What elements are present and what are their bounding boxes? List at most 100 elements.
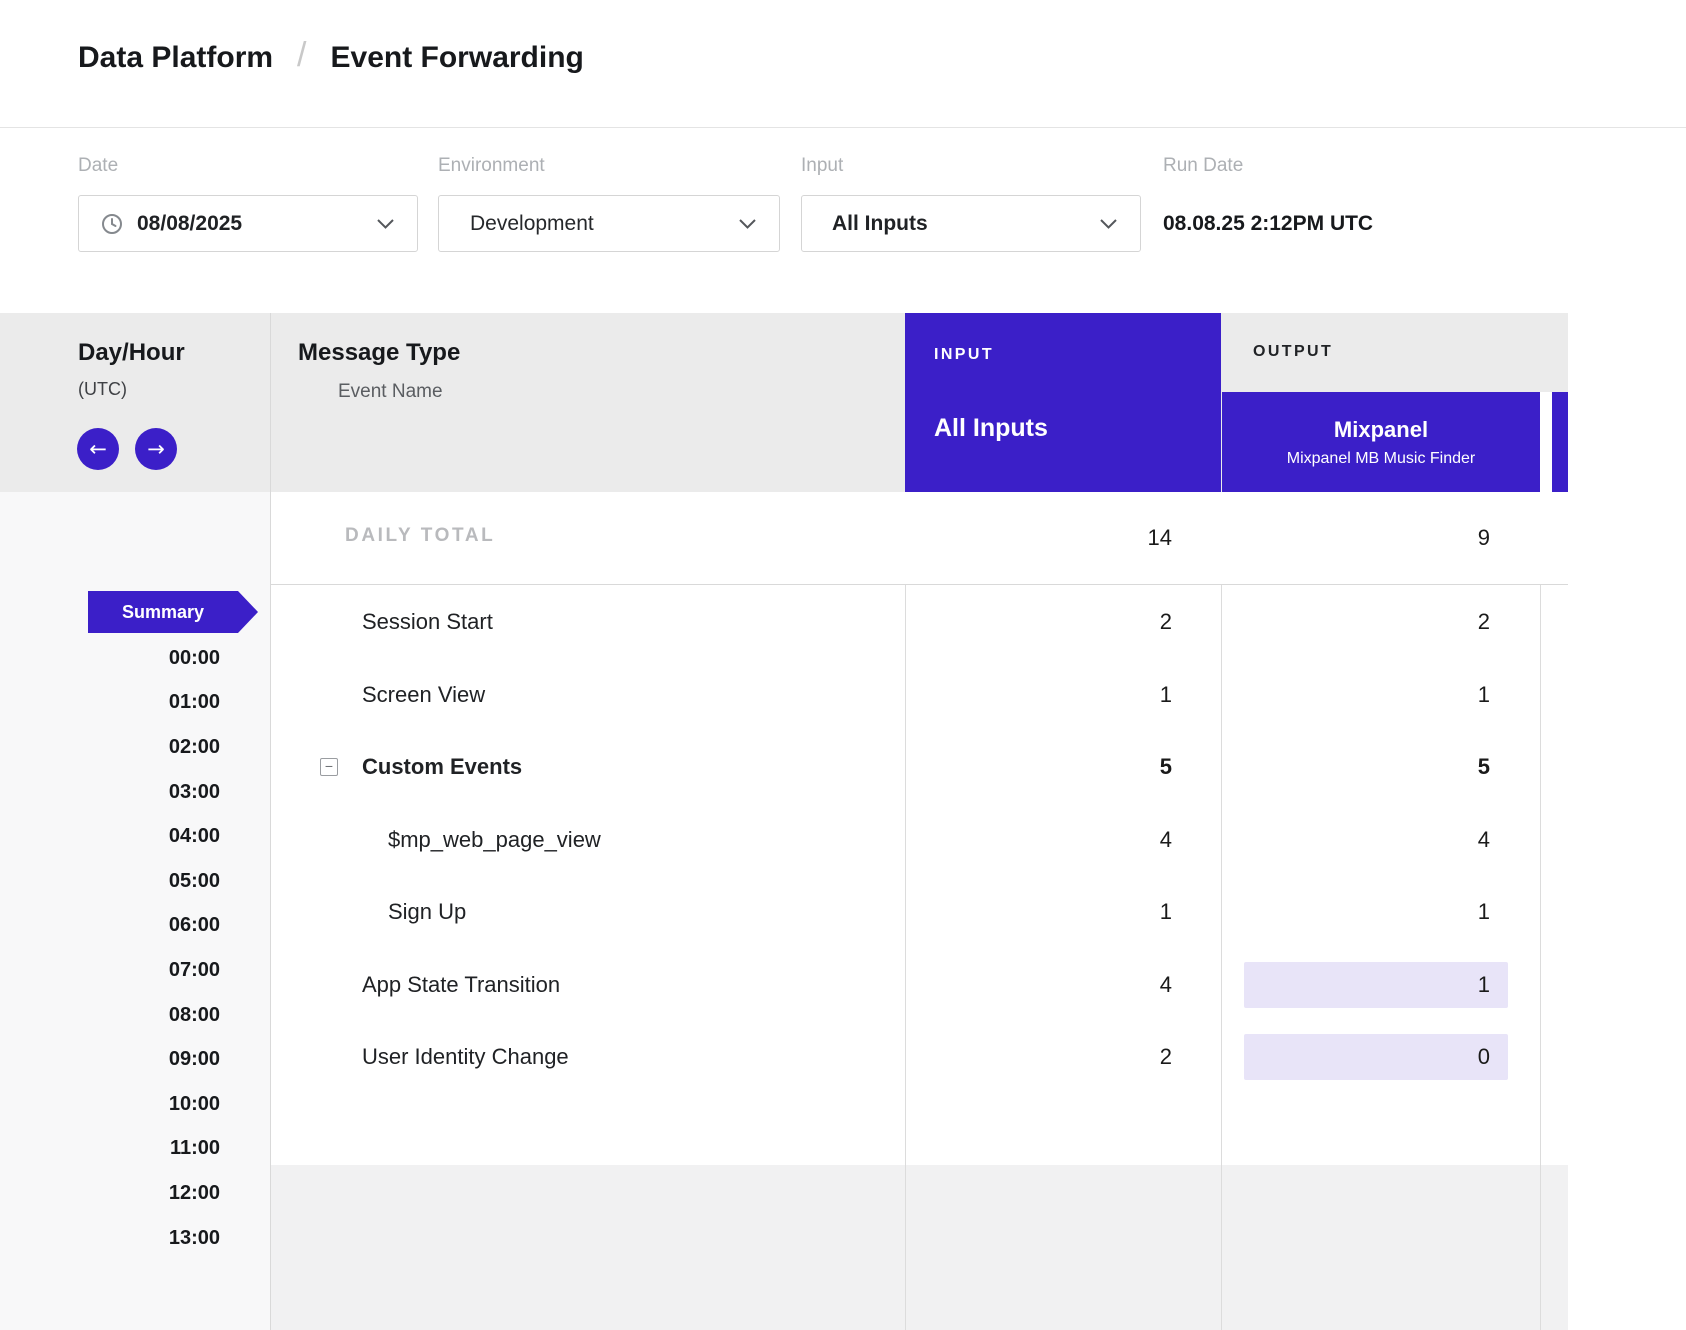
- event-row: $mp_web_page_view 4 4: [271, 804, 1568, 877]
- event-input-cell: 1: [905, 899, 1221, 925]
- hour-item[interactable]: 11:00: [0, 1127, 220, 1172]
- input-value: 1: [1160, 682, 1172, 708]
- environment-select-value: Development: [470, 212, 594, 236]
- event-row: Screen View 1 1: [271, 659, 1568, 732]
- event-name-cell: Sign Up: [271, 899, 905, 925]
- output-column-partial: [1552, 392, 1568, 492]
- arrow-right-icon: →: [147, 437, 165, 461]
- event-name-cell: App State Transition: [271, 972, 905, 998]
- event-name-cell: − Custom Events: [271, 754, 905, 780]
- event-name: Sign Up: [388, 899, 466, 925]
- event-rows: Session Start 2 2 Screen View 1 1 − Cust…: [271, 586, 1568, 1094]
- event-name-cell: $mp_web_page_view: [271, 827, 905, 853]
- output-column-title: Mixpanel: [1334, 417, 1428, 443]
- chevron-down-icon: [739, 219, 756, 229]
- event-input-cell: 5: [905, 754, 1221, 780]
- hour-item[interactable]: 03:00: [0, 770, 220, 815]
- date-select[interactable]: 08/08/2025: [78, 195, 418, 252]
- summary-badge[interactable]: Summary: [88, 591, 238, 633]
- environment-filter-label: Environment: [438, 155, 545, 177]
- top-bar: Data Platform / Event Forwarding: [0, 0, 1686, 128]
- input-select-value: All Inputs: [832, 212, 928, 236]
- next-day-button[interactable]: →: [135, 428, 177, 470]
- event-forwarding-page: Data Platform / Event Forwarding Date En…: [0, 0, 1686, 1330]
- output-value: 4: [1478, 827, 1490, 853]
- hour-item[interactable]: 01:00: [0, 681, 220, 726]
- event-name-subtitle: Event Name: [338, 381, 443, 403]
- input-column-header: INPUT All Inputs: [905, 313, 1221, 492]
- output-value: 1: [1244, 962, 1508, 1008]
- collapse-icon[interactable]: −: [320, 758, 338, 776]
- event-name-cell: Session Start: [271, 609, 905, 635]
- event-input-cell: 1: [905, 682, 1221, 708]
- daily-total-output-value: 9: [1478, 492, 1490, 584]
- event-input-cell: 2: [905, 1044, 1221, 1070]
- event-output-cell: 1: [1221, 899, 1540, 925]
- event-output-cell: 1: [1221, 962, 1540, 1008]
- hour-item[interactable]: 08:00: [0, 993, 220, 1038]
- hour-item[interactable]: 09:00: [0, 1037, 220, 1082]
- hour-item[interactable]: 06:00: [0, 904, 220, 949]
- hours-list: 00:0001:0002:0003:0004:0005:0006:0007:00…: [0, 636, 220, 1260]
- output-value: 1: [1478, 682, 1490, 708]
- event-output-cell: 4: [1221, 827, 1540, 853]
- event-output-cell: 5: [1221, 754, 1540, 780]
- breadcrumb-separator-icon: /: [297, 36, 306, 75]
- output-value: 0: [1244, 1034, 1508, 1080]
- run-date-label: Run Date: [1163, 155, 1243, 177]
- input-value: 2: [1160, 609, 1172, 635]
- input-value: 2: [1160, 1044, 1172, 1070]
- event-row: App State Transition 4 1: [271, 949, 1568, 1022]
- input-filter-label: Input: [801, 155, 843, 177]
- daily-total-label: DAILY TOTAL: [345, 525, 495, 547]
- input-select[interactable]: All Inputs: [801, 195, 1141, 252]
- hour-item[interactable]: 05:00: [0, 859, 220, 904]
- day-hour-subtitle: (UTC): [78, 379, 127, 400]
- event-row: − Custom Events 5 5: [271, 731, 1568, 804]
- event-output-cell: 1: [1221, 682, 1540, 708]
- filter-bar: Date Environment Input Run Date 08/08/20…: [0, 129, 1686, 313]
- hour-item[interactable]: 02:00: [0, 725, 220, 770]
- date-filter-label: Date: [78, 155, 118, 177]
- column-gap: [1540, 392, 1552, 492]
- output-value: 1: [1478, 899, 1490, 925]
- output-column-subtitle: Mixpanel MB Music Finder: [1287, 450, 1476, 468]
- previous-day-button[interactable]: ←: [77, 428, 119, 470]
- run-date-value: 08.08.25 2:12PM UTC: [1163, 195, 1373, 252]
- event-name: Session Start: [362, 609, 493, 635]
- input-column-label: INPUT: [934, 346, 994, 364]
- breadcrumb-data-platform[interactable]: Data Platform: [78, 41, 273, 75]
- arrow-left-icon: ←: [89, 437, 107, 461]
- event-name-cell: Screen View: [271, 682, 905, 708]
- event-input-cell: 4: [905, 827, 1221, 853]
- input-value: 4: [1160, 827, 1172, 853]
- event-row: Session Start 2 2: [271, 586, 1568, 659]
- event-output-cell: 2: [1221, 609, 1540, 635]
- chevron-down-icon: [1100, 219, 1117, 229]
- hour-item[interactable]: 10:00: [0, 1082, 220, 1127]
- table-footer-band: [271, 1165, 1568, 1330]
- event-name-cell: User Identity Change: [271, 1044, 905, 1070]
- breadcrumb: Data Platform / Event Forwarding: [78, 38, 584, 77]
- environment-select[interactable]: Development: [438, 195, 780, 252]
- event-row: Sign Up 1 1: [271, 876, 1568, 949]
- output-column-header-mixpanel[interactable]: Mixpanel Mixpanel MB Music Finder: [1222, 392, 1540, 492]
- chevron-down-icon: [377, 219, 394, 229]
- input-column-title: All Inputs: [934, 414, 1048, 443]
- input-value: 1: [1160, 899, 1172, 925]
- event-name: $mp_web_page_view: [388, 827, 601, 853]
- day-hour-title: Day/Hour: [78, 339, 185, 367]
- hour-item[interactable]: 07:00: [0, 948, 220, 993]
- date-select-value: 08/08/2025: [137, 212, 242, 236]
- hour-item[interactable]: 12:00: [0, 1171, 220, 1216]
- hour-item[interactable]: 04:00: [0, 814, 220, 859]
- page-title: Event Forwarding: [331, 41, 584, 75]
- daily-total-row: DAILY TOTAL 14 9: [271, 492, 1568, 585]
- hour-item[interactable]: 00:00: [0, 636, 220, 681]
- input-value: 5: [1160, 754, 1172, 780]
- table-header: Day/Hour (UTC) ← → Message Type Event Na…: [0, 313, 1568, 492]
- event-output-cell: 0: [1221, 1034, 1540, 1080]
- event-input-cell: 2: [905, 609, 1221, 635]
- output-value: 2: [1478, 609, 1490, 635]
- hour-item[interactable]: 13:00: [0, 1216, 220, 1261]
